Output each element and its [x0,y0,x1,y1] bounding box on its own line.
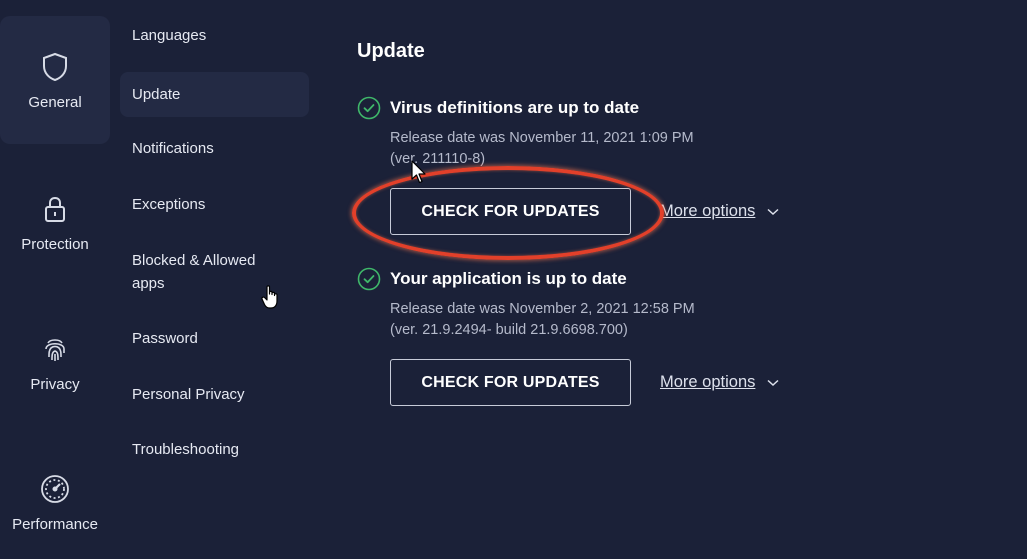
version-text: (ver. 211110-8) [390,151,486,167]
lock-icon [38,192,72,226]
rail-item-performance[interactable]: Performance [0,438,110,559]
status-title: Your application is up to date [390,269,627,288]
more-options-label: More options [660,373,756,391]
more-options-link[interactable]: More options [660,202,779,221]
rail-item-label: General [28,93,82,111]
check-circle-icon [357,267,381,291]
version-text: (ver. 21.9.2494- build 21.9.6698.700) [390,322,628,338]
check-for-updates-button[interactable]: CHECK FOR UPDATES [390,359,631,406]
release-date: Release date was November 2, 2021 12:58 … [390,301,695,317]
chevron-down-icon [767,208,779,215]
rail-item-privacy[interactable]: Privacy [0,298,110,426]
subnav-item-troubleshooting[interactable]: Troubleshooting [120,438,309,461]
page-title: Update [357,40,425,62]
shield-icon [38,50,72,84]
subnav-item-exceptions[interactable]: Exceptions [120,193,309,216]
speedometer-icon [38,472,72,506]
more-options-label: More options [660,202,756,220]
subnav-item-notifications[interactable]: Notifications [120,137,309,160]
subnav-item-password[interactable]: Password [120,327,309,350]
subnav-item-personal-privacy[interactable]: Personal Privacy [120,383,309,406]
rail-item-general[interactable]: General [0,16,110,144]
subnav-item-update[interactable]: Update [120,72,309,117]
chevron-down-icon [767,379,779,386]
check-circle-icon [357,96,381,120]
category-rail: General Protection Privacy Performance [0,0,112,559]
application-section: Your application is up to date Release d… [357,267,957,406]
more-options-link[interactable]: More options [660,373,779,392]
check-for-updates-button[interactable]: CHECK FOR UPDATES [390,188,631,235]
virus-definitions-section: Virus definitions are up to date Release… [357,96,957,235]
rail-item-label: Privacy [30,375,80,393]
fingerprint-icon [38,332,72,366]
rail-item-label: Protection [21,235,89,253]
rail-item-protection[interactable]: Protection [0,158,110,286]
rail-item-label: Performance [12,515,98,533]
status-title: Virus definitions are up to date [390,98,640,117]
subnav-item-languages[interactable]: Languages [120,24,309,47]
subnav-item-blocked-allowed-apps[interactable]: Blocked & Allowed apps [120,249,280,295]
release-date: Release date was November 11, 2021 1:09 … [390,130,694,146]
